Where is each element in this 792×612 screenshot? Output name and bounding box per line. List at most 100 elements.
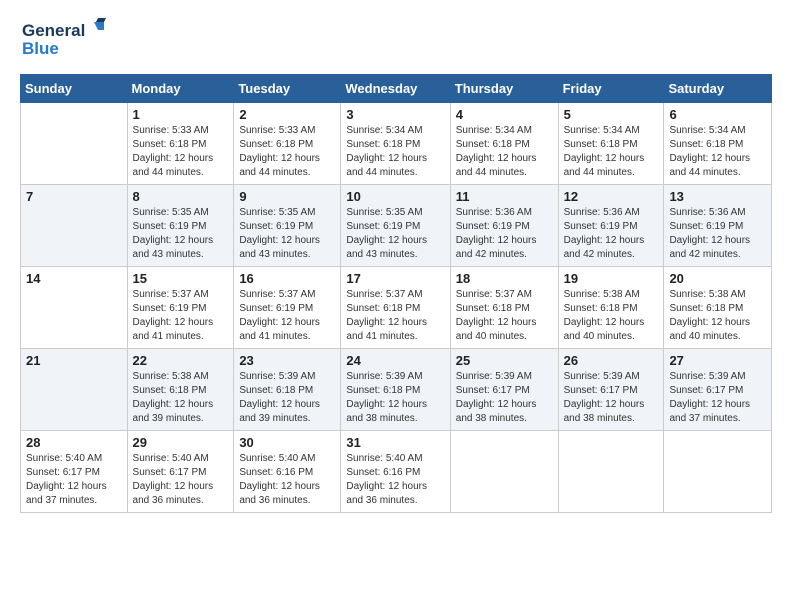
day-info: Sunrise: 5:37 AM Sunset: 6:19 PM Dayligh… bbox=[133, 288, 229, 344]
calendar-cell: 10 Sunrise: 5:35 AM Sunset: 6:19 PM Dayli… bbox=[341, 185, 450, 267]
day-number: 19 bbox=[564, 271, 659, 286]
day-number: 29 bbox=[133, 435, 229, 450]
day-number: 27 bbox=[669, 353, 766, 368]
day-number: 21 bbox=[26, 353, 122, 368]
day-number: 22 bbox=[133, 353, 229, 368]
calendar-cell: 26Sunrise: 5:39 AM Sunset: 6:17 PM Dayli… bbox=[558, 349, 664, 431]
calendar-cell: 4Sunrise: 5:34 AM Sunset: 6:18 PM Daylig… bbox=[450, 103, 558, 185]
col-header-wednesday: Wednesday bbox=[341, 75, 450, 103]
calendar-week-row: 1 Sunrise: 5:33 AM Sunset: 6:18 PM Daylig… bbox=[21, 103, 772, 185]
day-number: 25 bbox=[456, 353, 553, 368]
day-info: Sunrise: 5:40 AM Sunset: 6:16 PM Dayligh… bbox=[239, 452, 335, 508]
logo-svg: General Blue bbox=[20, 16, 110, 66]
calendar-cell: 14 bbox=[21, 267, 128, 349]
day-number: 7 bbox=[26, 189, 122, 204]
calendar-cell: 2 Sunrise: 5:33 AM Sunset: 6:18 PM Daylig… bbox=[234, 103, 341, 185]
svg-text:General: General bbox=[22, 21, 85, 40]
logo: General Blue bbox=[20, 16, 110, 66]
day-info: Sunrise: 5:38 AM Sunset: 6:18 PM Dayligh… bbox=[564, 288, 659, 344]
calendar-cell: 17 Sunrise: 5:37 AM Sunset: 6:18 PM Dayli… bbox=[341, 267, 450, 349]
day-info: Sunrise: 5:34 AM Sunset: 6:18 PM Dayligh… bbox=[346, 124, 444, 180]
day-number: 30 bbox=[239, 435, 335, 450]
calendar-cell: 9 Sunrise: 5:35 AM Sunset: 6:19 PM Daylig… bbox=[234, 185, 341, 267]
day-info: Sunrise: 5:38 AM Sunset: 6:18 PM Dayligh… bbox=[669, 288, 766, 344]
calendar-week-row: 78 Sunrise: 5:35 AM Sunset: 6:19 PM Dayli… bbox=[21, 185, 772, 267]
day-info: Sunrise: 5:39 AM Sunset: 6:18 PM Dayligh… bbox=[346, 370, 444, 426]
day-number: 3 bbox=[346, 107, 444, 122]
day-number: 9 bbox=[239, 189, 335, 204]
calendar-cell: 8 Sunrise: 5:35 AM Sunset: 6:19 PM Daylig… bbox=[127, 185, 234, 267]
day-info: Sunrise: 5:35 AM Sunset: 6:19 PM Dayligh… bbox=[133, 206, 229, 262]
calendar-cell: 30 Sunrise: 5:40 AM Sunset: 6:16 PM Dayli… bbox=[234, 431, 341, 513]
calendar-cell: 31 Sunrise: 5:40 AM Sunset: 6:16 PM Dayli… bbox=[341, 431, 450, 513]
calendar-cell bbox=[450, 431, 558, 513]
col-header-monday: Monday bbox=[127, 75, 234, 103]
calendar-cell: 1 Sunrise: 5:33 AM Sunset: 6:18 PM Daylig… bbox=[127, 103, 234, 185]
calendar-cell: 24 Sunrise: 5:39 AM Sunset: 6:18 PM Dayli… bbox=[341, 349, 450, 431]
day-number: 11 bbox=[456, 189, 553, 204]
calendar-cell bbox=[558, 431, 664, 513]
calendar-cell: 29 Sunrise: 5:40 AM Sunset: 6:17 PM Dayli… bbox=[127, 431, 234, 513]
calendar-week-row: 14 15 Sunrise: 5:37 AM Sunset: 6:19 PM Day… bbox=[21, 267, 772, 349]
calendar-week-row: 28 Sunrise: 5:40 AM Sunset: 6:17 PM Dayli… bbox=[21, 431, 772, 513]
day-number: 13 bbox=[669, 189, 766, 204]
day-number: 23 bbox=[239, 353, 335, 368]
day-number: 14 bbox=[26, 271, 122, 286]
col-header-saturday: Saturday bbox=[664, 75, 772, 103]
day-number: 28 bbox=[26, 435, 122, 450]
calendar-cell: 5 Sunrise: 5:34 AM Sunset: 6:18 PM Daylig… bbox=[558, 103, 664, 185]
logo-container: General Blue bbox=[20, 16, 110, 66]
day-number: 16 bbox=[239, 271, 335, 286]
day-number: 20 bbox=[669, 271, 766, 286]
calendar-cell: 16 Sunrise: 5:37 AM Sunset: 6:19 PM Dayli… bbox=[234, 267, 341, 349]
day-number: 8 bbox=[133, 189, 229, 204]
page-header: General Blue bbox=[20, 16, 772, 66]
col-header-thursday: Thursday bbox=[450, 75, 558, 103]
day-number: 5 bbox=[564, 107, 659, 122]
col-header-tuesday: Tuesday bbox=[234, 75, 341, 103]
day-info: Sunrise: 5:34 AM Sunset: 6:18 PM Dayligh… bbox=[564, 124, 659, 180]
calendar-week-row: 21 22 Sunrise: 5:38 AM Sunset: 6:18 PM Day… bbox=[21, 349, 772, 431]
calendar-cell: 15 Sunrise: 5:37 AM Sunset: 6:19 PM Dayli… bbox=[127, 267, 234, 349]
day-info: Sunrise: 5:40 AM Sunset: 6:17 PM Dayligh… bbox=[133, 452, 229, 508]
calendar-cell bbox=[21, 103, 128, 185]
day-info: Sunrise: 5:36 AM Sunset: 6:19 PM Dayligh… bbox=[669, 206, 766, 262]
day-info: Sunrise: 5:37 AM Sunset: 6:19 PM Dayligh… bbox=[239, 288, 335, 344]
day-number: 15 bbox=[133, 271, 229, 286]
calendar-cell bbox=[664, 431, 772, 513]
day-number: 24 bbox=[346, 353, 444, 368]
day-info: Sunrise: 5:35 AM Sunset: 6:19 PM Dayligh… bbox=[239, 206, 335, 262]
col-header-friday: Friday bbox=[558, 75, 664, 103]
day-info: Sunrise: 5:39 AM Sunset: 6:18 PM Dayligh… bbox=[239, 370, 335, 426]
calendar-table: SundayMondayTuesdayWednesdayThursdayFrid… bbox=[20, 74, 772, 513]
day-info: Sunrise: 5:40 AM Sunset: 6:16 PM Dayligh… bbox=[346, 452, 444, 508]
day-number: 1 bbox=[133, 107, 229, 122]
calendar-cell: 7 bbox=[21, 185, 128, 267]
day-number: 26 bbox=[564, 353, 659, 368]
calendar-cell: 12 Sunrise: 5:36 AM Sunset: 6:19 PM Dayli… bbox=[558, 185, 664, 267]
day-info: Sunrise: 5:37 AM Sunset: 6:18 PM Dayligh… bbox=[456, 288, 553, 344]
day-info: Sunrise: 5:38 AM Sunset: 6:18 PM Dayligh… bbox=[133, 370, 229, 426]
day-number: 31 bbox=[346, 435, 444, 450]
calendar-cell: 11 Sunrise: 5:36 AM Sunset: 6:19 PM Dayli… bbox=[450, 185, 558, 267]
calendar-cell: 19 Sunrise: 5:38 AM Sunset: 6:18 PM Dayli… bbox=[558, 267, 664, 349]
day-number: 12 bbox=[564, 189, 659, 204]
calendar-cell: 3 Sunrise: 5:34 AM Sunset: 6:18 PM Daylig… bbox=[341, 103, 450, 185]
calendar-cell: 23 Sunrise: 5:39 AM Sunset: 6:18 PM Dayli… bbox=[234, 349, 341, 431]
day-number: 10 bbox=[346, 189, 444, 204]
day-number: 6 bbox=[669, 107, 766, 122]
day-info: Sunrise: 5:36 AM Sunset: 6:19 PM Dayligh… bbox=[564, 206, 659, 262]
day-number: 2 bbox=[239, 107, 335, 122]
calendar-cell: 21 bbox=[21, 349, 128, 431]
day-info: Sunrise: 5:37 AM Sunset: 6:18 PM Dayligh… bbox=[346, 288, 444, 344]
day-number: 17 bbox=[346, 271, 444, 286]
calendar-cell: 6 Sunrise: 5:34 AM Sunset: 6:18 PM Daylig… bbox=[664, 103, 772, 185]
day-info: Sunrise: 5:35 AM Sunset: 6:19 PM Dayligh… bbox=[346, 206, 444, 262]
calendar-header-row: SundayMondayTuesdayWednesdayThursdayFrid… bbox=[21, 75, 772, 103]
day-info: Sunrise: 5:33 AM Sunset: 6:18 PM Dayligh… bbox=[133, 124, 229, 180]
day-info: Sunrise: 5:34 AM Sunset: 6:18 PM Dayligh… bbox=[669, 124, 766, 180]
day-info: Sunrise: 5:36 AM Sunset: 6:19 PM Dayligh… bbox=[456, 206, 553, 262]
day-info: Sunrise: 5:39 AM Sunset: 6:17 PM Dayligh… bbox=[456, 370, 553, 426]
calendar-cell: 13 Sunrise: 5:36 AM Sunset: 6:19 PM Dayli… bbox=[664, 185, 772, 267]
day-info: Sunrise: 5:33 AM Sunset: 6:18 PM Dayligh… bbox=[239, 124, 335, 180]
